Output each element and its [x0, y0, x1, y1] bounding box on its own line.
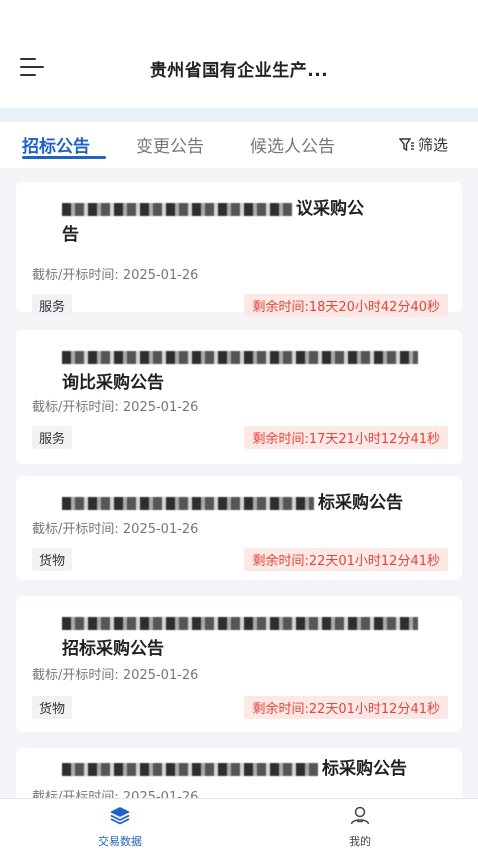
filter-icon	[398, 138, 414, 152]
card-date: 截标/开标时间: 2025-01-26	[32, 268, 199, 283]
card-date: 截标/开标时间: 2025-01-26	[32, 790, 199, 798]
redacted-text	[62, 350, 418, 364]
countdown-badge: 剩余时间:22天01小时12分41秒	[244, 548, 448, 571]
card-title: 标采购公告	[62, 490, 432, 516]
redacted-text	[62, 616, 418, 630]
redacted-text	[62, 202, 292, 216]
tab-candidate-announcement[interactable]: 候选人公告	[250, 132, 335, 157]
category-badge: 货物	[32, 548, 73, 571]
announcement-card[interactable]: 招标采购公告 截标/开标时间: 2025-01-26 货物 剩余时间:22天01…	[16, 596, 462, 732]
redacted-text	[62, 762, 318, 776]
countdown-badge: 剩余时间:17天21小时12分41秒	[244, 426, 448, 449]
announcement-list[interactable]: 议采购公 告 截标/开标时间: 2025-01-26 服务 剩余时间:18天20…	[0, 168, 478, 798]
card-title: 招标采购公告	[62, 610, 432, 662]
tab-change-announcement[interactable]: 变更公告	[136, 132, 204, 157]
nav-label: 交易数据	[98, 835, 142, 848]
announcement-card[interactable]: 询比采购公告 截标/开标时间: 2025-01-26 服务 剩余时间:17天21…	[16, 330, 462, 464]
announcement-card[interactable]: 标采购公告 截标/开标时间: 2025-01-26 货物 剩余时间:22天01小…	[16, 476, 462, 580]
tab-bar: 招标公告 变更公告 候选人公告 筛选	[0, 122, 478, 168]
page-title: 贵州省国有企业生产...	[149, 61, 329, 81]
active-tab-indicator	[22, 156, 106, 159]
bottom-navigation: 交易数据 我的	[0, 798, 478, 850]
top-app-bar: 贵州省国有企业生产...	[0, 0, 478, 108]
category-badge: 服务	[32, 426, 73, 449]
user-icon	[350, 806, 370, 825]
countdown-badge: 剩余时间:18天20小时42分40秒	[244, 294, 448, 317]
category-badge: 服务	[32, 294, 73, 317]
nav-item-trade-data[interactable]: 交易数据	[70, 805, 170, 849]
filter-label: 筛选	[417, 136, 448, 154]
nav-label: 我的	[349, 835, 371, 848]
card-date: 截标/开标时间: 2025-01-26	[32, 400, 199, 415]
header-divider-band	[0, 108, 478, 122]
card-date: 截标/开标时间: 2025-01-26	[32, 522, 199, 537]
card-title: 询比采购公告	[62, 344, 432, 396]
category-badge: 货物	[32, 696, 73, 719]
card-title: 标采购公告	[62, 756, 432, 782]
tab-tender-announcement[interactable]: 招标公告	[22, 132, 90, 157]
card-date: 截标/开标时间: 2025-01-26	[32, 668, 199, 683]
redacted-text	[62, 496, 314, 510]
layers-icon	[110, 807, 130, 825]
nav-item-profile[interactable]: 我的	[310, 805, 410, 849]
card-title: 议采购公 告	[62, 199, 364, 245]
announcement-card[interactable]: 议采购公 告 截标/开标时间: 2025-01-26 服务 剩余时间:18天20…	[16, 182, 462, 317]
filter-button[interactable]: 筛选	[398, 134, 448, 155]
countdown-badge: 剩余时间:22天01小时12分41秒	[244, 696, 448, 719]
announcement-card[interactable]: 标采购公告 截标/开标时间: 2025-01-26	[16, 748, 462, 798]
